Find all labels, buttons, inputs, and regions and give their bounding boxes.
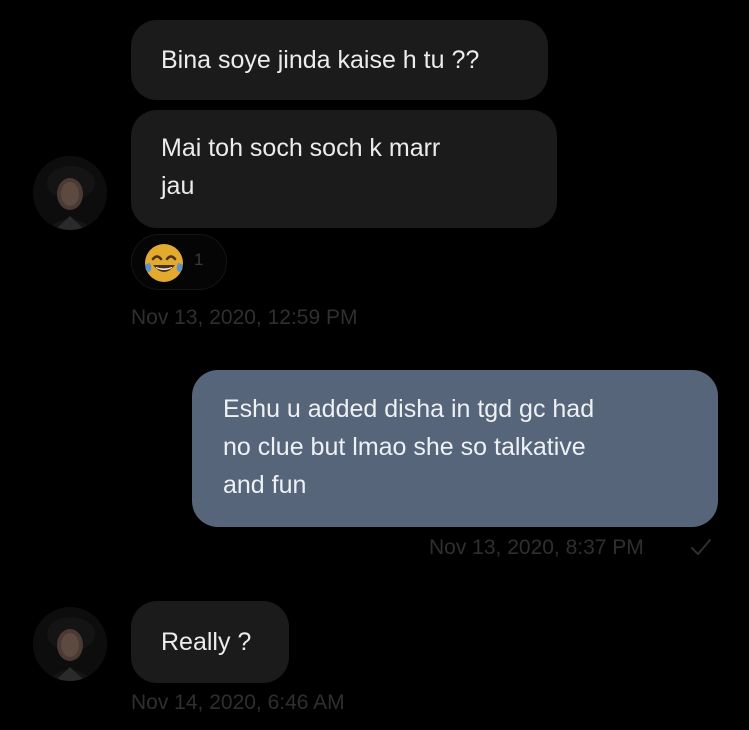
message-text-line: Mai toh soch soch k marr — [161, 134, 441, 162]
message-timestamp: Nov 13, 2020, 8:37 PM — [429, 536, 644, 559]
message-text: Bina soye jinda kaise h tu ?? — [161, 46, 480, 74]
message-text-line: Eshu u added disha in tgd gc had — [223, 395, 595, 423]
received-message-bubble[interactable]: Mai toh soch soch k marr jau — [131, 110, 557, 228]
contact-avatar[interactable] — [33, 607, 107, 681]
message-text: Really ? — [161, 628, 252, 656]
message-reaction[interactable]: 1 — [131, 234, 227, 290]
laughing-tears-emoji — [145, 244, 183, 282]
message-timestamp: Nov 13, 2020, 12:59 PM — [131, 306, 358, 329]
message-timestamp: Nov 14, 2020, 6:46 AM — [131, 691, 345, 714]
contact-avatar[interactable] — [33, 156, 107, 230]
received-message-bubble[interactable]: Bina soye jinda kaise h tu ?? — [131, 20, 548, 100]
checkmark-icon — [691, 539, 711, 555]
reaction-count: 1 — [194, 250, 204, 269]
sent-message-bubble[interactable]: Eshu u added disha in tgd gc had no clue… — [192, 370, 718, 527]
received-message-bubble[interactable]: Really ? — [131, 601, 289, 683]
message-text-line: jau — [161, 172, 195, 200]
avatar-image — [33, 607, 107, 681]
message-text-line: and fun — [223, 471, 307, 499]
avatar-image — [33, 156, 107, 230]
message-text-line: no clue but lmao she so talkative — [223, 433, 586, 461]
